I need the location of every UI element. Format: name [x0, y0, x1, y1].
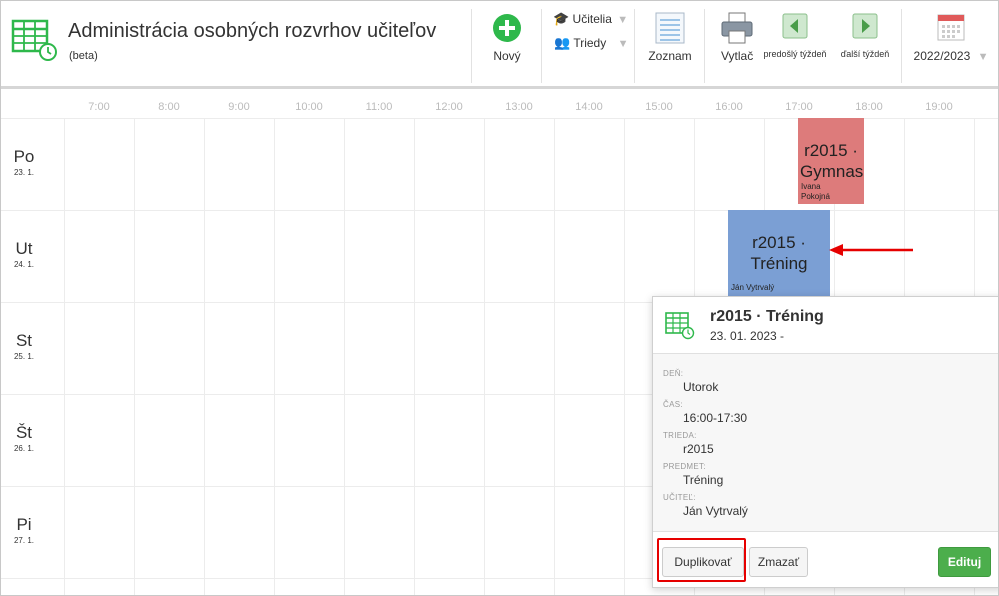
school-year-text: 2022/2023 — [913, 49, 971, 63]
prev-week-label: predošlý týždeň — [763, 49, 827, 59]
time-label: 12:00 — [435, 101, 463, 113]
day-date: 27. 1. — [13, 536, 34, 545]
students-icon: 👥 — [554, 35, 571, 50]
time-label: 9:00 — [228, 101, 250, 113]
time-label: 15:00 — [645, 101, 673, 113]
classes-filter[interactable]: 👥 Triedy ▼ — [554, 35, 628, 51]
edit-button[interactable]: Edituj — [938, 547, 991, 577]
time-label: 10:00 — [295, 101, 323, 113]
delete-button[interactable]: Zmazať — [749, 547, 808, 577]
schedule-calendar-icon — [11, 19, 57, 61]
schedule-calendar-icon — [665, 312, 695, 340]
toolbar-divider — [634, 9, 635, 83]
event-teacher: Ivana Pokojná — [801, 182, 830, 201]
grid-column-line — [204, 118, 205, 595]
time-label: 18:00 — [855, 101, 883, 113]
time-label: 16:00 — [715, 101, 743, 113]
popover-details: Deň: Utorok Čas: 16:00-17:30 Trieda: r20… — [653, 354, 998, 532]
field-value-class: r2015 — [683, 442, 714, 456]
list-button[interactable]: Zoznam — [644, 11, 696, 63]
popover-date: 23. 01. 2023 - — [710, 329, 785, 343]
time-label: 13:00 — [505, 101, 533, 113]
annotation-arrow-icon — [829, 244, 913, 256]
toolbar-divider — [901, 9, 902, 83]
field-label-class: Trieda: — [663, 431, 697, 440]
next-week-button[interactable]: ďalší týždeň — [832, 13, 898, 59]
toolbar-divider — [541, 9, 542, 83]
event-monday[interactable]: r2015 · Gymnas Ivana Pokojná — [798, 118, 864, 204]
time-label: 14:00 — [575, 101, 603, 113]
field-label-subject: Predmet: — [663, 462, 706, 471]
day-date: 26. 1. — [13, 444, 34, 453]
field-label-day: Deň: — [663, 369, 684, 378]
time-label: 8:00 — [158, 101, 180, 113]
day-name: Ut — [15, 239, 33, 258]
school-year-value: 2022/2023 ▼ — [909, 49, 993, 63]
grid-column-line — [484, 118, 485, 595]
new-button[interactable]: Nový — [483, 11, 531, 63]
day-date: 24. 1. — [13, 260, 34, 269]
day-name: Pi — [16, 515, 32, 534]
print-button-label: Vytlač — [721, 49, 753, 63]
page-subtitle: (beta) — [69, 50, 98, 62]
grid-column-line — [414, 118, 415, 595]
arrow-left-icon — [782, 13, 808, 39]
time-label: 17:00 — [785, 101, 813, 113]
field-label-teacher: Učiteľ: — [663, 493, 696, 502]
prev-week-button[interactable]: predošlý týždeň — [759, 13, 831, 59]
day-name: St — [15, 331, 33, 350]
page-title: Administrácia osobných rozvrhov učiteľov — [68, 20, 437, 42]
time-label: 19:00 — [925, 101, 953, 113]
day-name: Po — [13, 147, 35, 166]
event-teacher: Ján Vytrvalý — [731, 283, 775, 292]
app-window: Administrácia osobných rozvrhov učiteľov… — [0, 0, 999, 596]
popover-title: r2015 · Tréning — [710, 308, 824, 325]
printer-icon — [721, 12, 753, 44]
chevron-down-icon: ▼ — [977, 51, 989, 63]
toolbar-divider — [704, 9, 705, 83]
grid-column-line — [344, 118, 345, 595]
event-title-line2: Tréning — [750, 254, 808, 273]
duplicate-highlight — [657, 538, 746, 582]
day-date: 23. 1. — [13, 168, 34, 177]
plus-circle-icon — [493, 14, 521, 42]
field-value-time: 16:00-17:30 — [683, 411, 748, 425]
field-value-subject: Tréning — [683, 473, 724, 487]
grid-column-line — [274, 118, 275, 595]
event-title-line1: r2015 · — [804, 141, 858, 160]
day-name: Št — [15, 423, 33, 442]
list-document-icon — [655, 12, 685, 44]
arrow-right-icon — [852, 13, 878, 39]
toolbar: Administrácia osobných rozvrhov učiteľov… — [1, 1, 998, 89]
teachers-filter[interactable]: 🎓 Učitelia ▼ — [553, 11, 628, 27]
event-title-line2: Gymnas — [800, 162, 864, 181]
time-label: 11:00 — [365, 101, 393, 113]
chevron-down-icon: ▼ — [617, 14, 629, 26]
field-value-teacher: Ján Vytrvalý — [683, 504, 748, 518]
event-tuesday[interactable]: r2015 · Tréning Ján Vytrvalý — [728, 210, 830, 296]
popover-header: r2015 · Tréning 23. 01. 2023 - — [653, 297, 998, 354]
list-button-label: Zoznam — [648, 49, 692, 63]
grid-column-line — [554, 118, 555, 595]
grid-column-line — [134, 118, 135, 595]
new-button-label: Nový — [493, 49, 521, 63]
school-year-select[interactable]: 2022/2023 ▼ — [909, 13, 993, 63]
calendar-icon — [937, 14, 965, 41]
grid-column-line — [64, 118, 65, 595]
next-week-label: ďalší týždeň — [840, 49, 890, 59]
classes-filter-label: Triedy — [573, 36, 607, 50]
field-value-day: Utorok — [683, 380, 719, 394]
event-title-line1: r2015 · — [752, 233, 806, 252]
day-date: 25. 1. — [13, 352, 34, 361]
chevron-down-icon: ▼ — [617, 38, 629, 50]
graduation-cap-icon: 🎓 — [553, 11, 570, 26]
time-label: 7:00 — [88, 101, 110, 113]
toolbar-divider — [471, 9, 472, 83]
teachers-filter-label: Učitelia — [572, 12, 612, 26]
print-button[interactable]: Vytlač — [713, 11, 753, 63]
field-label-time: Čas: — [663, 400, 683, 409]
grid-row-line — [1, 210, 998, 211]
grid-column-line — [624, 118, 625, 595]
